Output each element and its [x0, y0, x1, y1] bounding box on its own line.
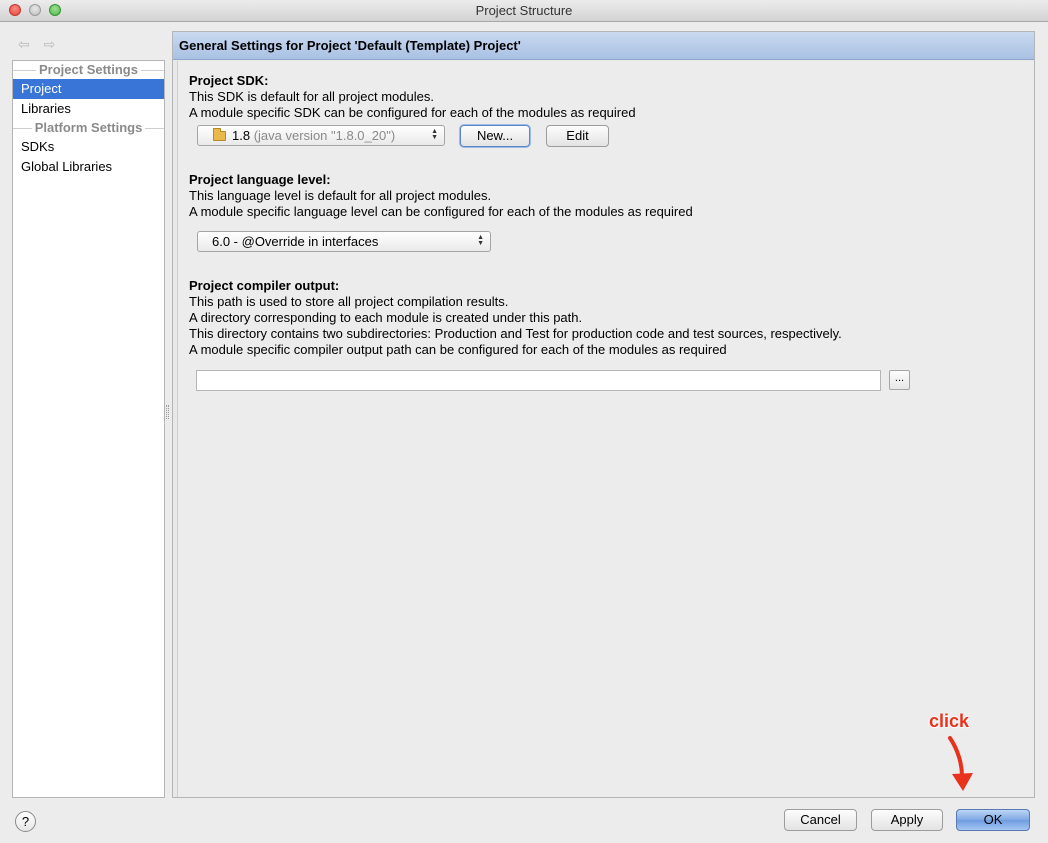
sidebar-item-global-libraries[interactable]: Global Libraries [13, 157, 164, 177]
folder-icon [213, 128, 226, 141]
settings-sidebar: Project Settings Project Libraries Platf… [12, 60, 165, 798]
sdk-detail: (java version "1.8.0_20") [253, 128, 396, 143]
sdk-title: Project SDK: [189, 73, 269, 88]
click-annotation: click [929, 711, 970, 731]
language-desc-2: A module specific language level can be … [189, 204, 693, 219]
edit-sdk-button[interactable]: Edit [546, 125, 609, 147]
nav-arrows: ⇦ ⇨ [18, 36, 65, 53]
sidebar-item-sdks[interactable]: SDKs [13, 137, 164, 157]
sdk-version: 1.8 [232, 128, 251, 143]
platform-settings-header: Platform Settings [13, 119, 164, 137]
language-desc-1: This language level is default for all p… [189, 188, 492, 203]
sdk-select[interactable]: 1.8 (java version "1.8.0_20") ▲ ▼ [197, 125, 445, 146]
help-button[interactable]: ? [15, 811, 36, 832]
sidebar-item-libraries[interactable]: Libraries [13, 99, 164, 119]
project-settings-header: Project Settings [13, 61, 164, 79]
updown-arrows-icon: ▲ ▼ [431, 128, 438, 141]
compiler-title: Project compiler output: [189, 278, 340, 293]
forward-arrow-icon[interactable]: ⇨ [44, 36, 56, 53]
language-level-value: 6.0 - @Override in interfaces [212, 234, 379, 249]
compiler-desc-1: This path is used to store all project c… [189, 294, 509, 309]
arrow-annotation-icon [948, 736, 973, 791]
updown-arrows-icon: ▲ ▼ [477, 234, 484, 247]
title-bar: Project Structure [0, 0, 1048, 22]
compiler-desc-2: A directory corresponding to each module… [189, 310, 583, 325]
ok-button[interactable]: OK [956, 809, 1030, 831]
compiler-desc-4: A module specific compiler output path c… [189, 342, 727, 357]
apply-button[interactable]: Apply [871, 809, 943, 831]
sdk-desc-1: This SDK is default for all project modu… [189, 89, 434, 104]
main-panel: General Settings for Project 'Default (T… [172, 31, 1035, 798]
splitter-handle[interactable] [166, 405, 169, 419]
cancel-button[interactable]: Cancel [784, 809, 857, 831]
sidebar-item-project[interactable]: Project [13, 79, 164, 99]
sdk-desc-2: A module specific SDK can be configured … [189, 105, 636, 120]
compiler-output-field[interactable] [196, 370, 881, 391]
language-level-select[interactable]: 6.0 - @Override in interfaces ▲ ▼ [197, 231, 491, 252]
browse-button[interactable]: ... [889, 370, 910, 390]
window-title: Project Structure [475, 3, 573, 18]
compiler-desc-3: This directory contains two subdirectori… [189, 326, 842, 341]
new-sdk-button[interactable]: New... [460, 125, 530, 147]
language-title: Project language level: [189, 172, 331, 187]
back-arrow-icon[interactable]: ⇦ [18, 36, 30, 53]
page-title: General Settings for Project 'Default (T… [173, 32, 1034, 60]
settings-content: Project SDK: This SDK is default for all… [177, 61, 1034, 797]
